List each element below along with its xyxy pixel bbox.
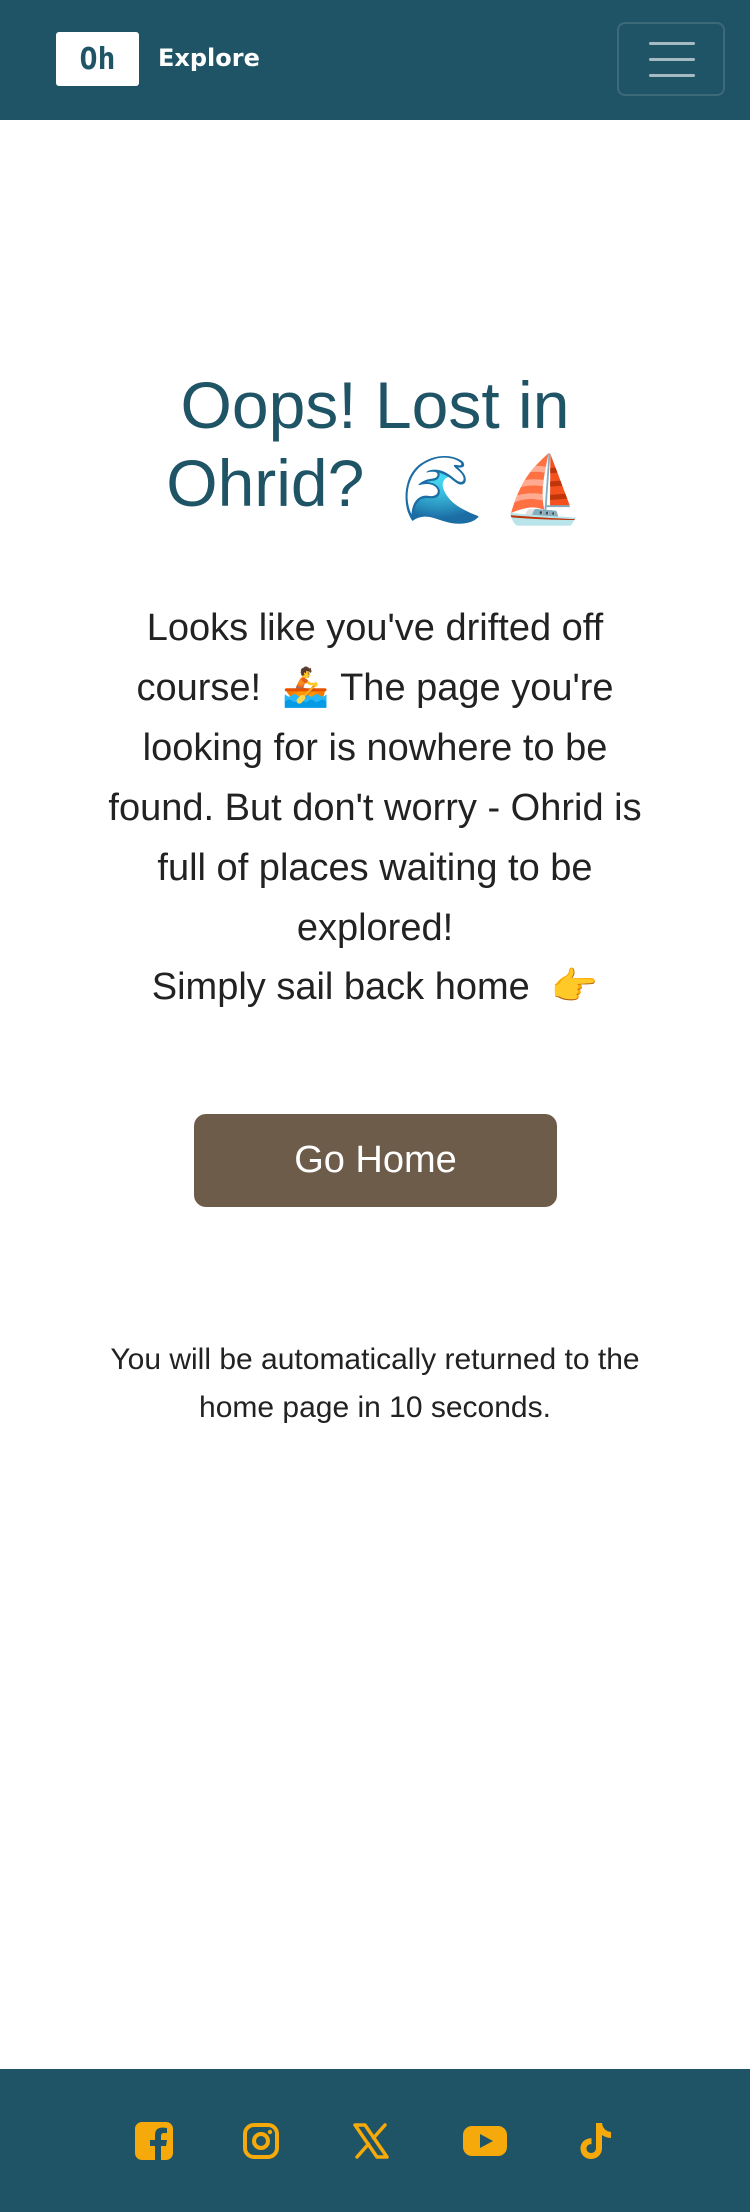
page-title: Oops! Lost in Ohrid? 🌊 ⛵ [75,366,675,528]
youtube-icon[interactable] [461,2117,509,2165]
x-icon[interactable] [347,2117,395,2165]
facebook-icon[interactable] [130,2117,178,2165]
redirect-notice: You will be automatically returned to th… [110,1343,640,1424]
menu-toggle-button[interactable] [617,22,725,96]
page-description: Looks like you've drifted off course! 🚣 … [85,598,665,1017]
brand-link[interactable]: Explore [158,40,260,76]
instagram-icon[interactable] [237,2117,285,2165]
pointing-hand-icon: 👉 [550,966,599,1008]
logo[interactable]: Oh [56,32,139,86]
wave-icon: 🌊 [401,452,484,526]
description-rest: The page you're looking for is nowhere t… [108,667,642,949]
sailboat-icon: ⛵ [501,452,584,526]
tiktok-icon[interactable] [572,2117,620,2165]
footer [0,2069,750,2212]
rowboat-icon: 🚣 [282,667,330,709]
navbar: Oh Explore [0,0,750,120]
logo-text: Oh [79,41,116,77]
description-line2: Simply sail back home [151,966,530,1008]
go-home-button[interactable]: Go Home [194,1114,557,1207]
